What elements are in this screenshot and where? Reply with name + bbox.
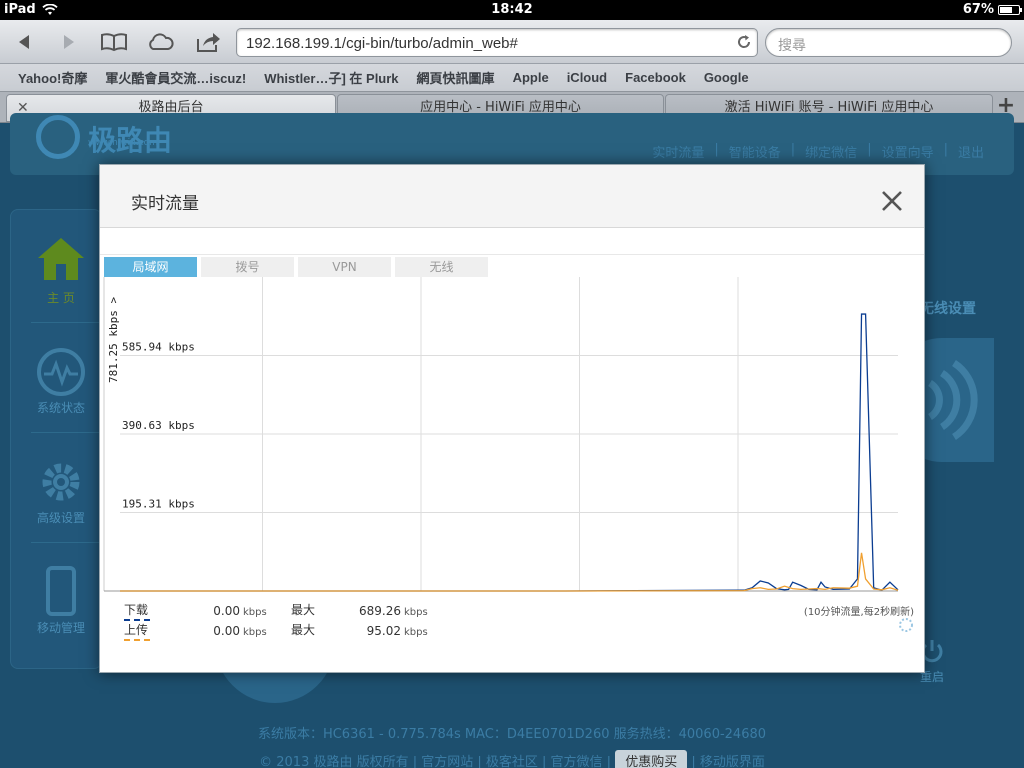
sidebar-item-mobile-manage[interactable]: 移动管理 <box>11 566 111 636</box>
unit-label: kbps <box>404 607 428 618</box>
footer-copyright: © 2013 极路由 版权所有 | 官方网站 | 极客社区 | 官方微信 | <box>259 755 612 768</box>
footer-links: © 2013 极路由 版权所有 | 官方网站 | 极客社区 | 官方微信 | 优… <box>0 750 1024 768</box>
ipad-screen: iPad 18:42 67% 192.168.199.1/cgi-bin/tur… <box>0 0 1024 768</box>
bookmark-facebook[interactable]: Facebook <box>625 70 686 85</box>
sidebar-label: 系统状态 <box>36 401 85 415</box>
battery-icon <box>998 4 1022 15</box>
bookmark-apple[interactable]: Apple <box>513 70 549 85</box>
link-smart-devices[interactable]: 智能设备 <box>729 142 781 161</box>
bookmark-yahoo[interactable]: Yahoo!奇摩 <box>18 68 87 87</box>
wireless-settings-label[interactable]: 无线设置 <box>920 298 976 318</box>
modal-title: 实时流量 <box>131 194 199 214</box>
forward-arrow-icon <box>64 35 74 49</box>
sidebar: 主 页 系统状态 高级设置 移动管理 <box>10 209 105 669</box>
tab-vpn[interactable]: VPN <box>298 257 391 277</box>
battery-percent: 67% <box>962 2 994 17</box>
bookmark-google[interactable]: Google <box>704 70 749 85</box>
realtime-traffic-modal: 实时流量 局域网 拨号 VPN 无线 585.94 kbps 390.63 kbp… <box>99 164 925 673</box>
sidebar-label: 主 页 <box>47 291 75 305</box>
sidebar-item-home[interactable]: 主 页 <box>11 236 111 306</box>
bookmark-icloud[interactable]: iCloud <box>567 70 607 85</box>
unit-label: kbps <box>404 627 428 638</box>
legend-download: 下载 0.00 kbps 最大 689.26 kbps <box>124 601 444 621</box>
status-bar: iPad 18:42 67% <box>0 0 1024 20</box>
upload-max-value: 95.02 <box>366 624 401 638</box>
unit-label: kbps <box>243 607 267 618</box>
back-button[interactable] <box>10 28 38 56</box>
download-current-value: 0.00 <box>213 604 240 618</box>
open-book-icon <box>101 33 127 52</box>
link-logout[interactable]: 退出 <box>958 142 984 161</box>
bookmarks-bar: Yahoo!奇摩 軍火酷會員交流…iscuz! Whistler…子] 在 Pl… <box>0 64 1024 91</box>
sidebar-item-system-status[interactable]: 系统状态 <box>11 348 111 416</box>
sidebar-divider <box>31 322 105 323</box>
close-icon[interactable] <box>880 189 904 213</box>
cloud-icon <box>149 33 174 50</box>
sidebar-item-advanced-settings[interactable]: 高级设置 <box>11 458 111 526</box>
max-label: 最大 <box>291 603 316 617</box>
bookmark-forum[interactable]: 軍火酷會員交流…iscuz! <box>105 68 246 87</box>
pulse-icon <box>37 348 85 396</box>
legend-upload: 上传 0.00 kbps 最大 95.02 kbps <box>124 621 444 641</box>
discount-purchase-button[interactable]: 优惠购买 <box>615 750 688 768</box>
footer-mobile-link[interactable]: | 移动版界面 <box>691 755 765 768</box>
link-realtime-traffic[interactable]: 实时流量 <box>652 142 704 161</box>
modal-toolbar-strip <box>100 229 924 255</box>
mobile-icon <box>46 566 76 616</box>
browser-toolbar: 192.168.199.1/cgi-bin/turbo/admin_web# 搜… <box>0 20 1024 64</box>
search-field[interactable]: 搜尋 <box>765 28 1012 57</box>
bookmarks-button[interactable] <box>100 28 128 56</box>
search-placeholder: 搜尋 <box>778 38 806 54</box>
header-links: 实时流量 | 智能设备 | 绑定微信 | 设置向导 | 退出 <box>652 142 984 161</box>
link-separator: | <box>790 142 796 157</box>
max-label: 最大 <box>291 623 316 637</box>
reload-icon[interactable] <box>736 34 752 50</box>
unit-label: kbps <box>243 627 267 638</box>
icloud-tabs-button[interactable] <box>146 28 174 56</box>
share-icon <box>197 33 220 52</box>
y-tick-label: 390.63 kbps <box>122 419 195 432</box>
y-tick-label: 585.94 kbps <box>122 340 195 353</box>
gear-icon <box>42 463 80 501</box>
legend-label: 下载 <box>124 603 149 617</box>
refresh-note: (10分钟流量,每2秒刷新) <box>803 607 914 618</box>
link-separator: | <box>867 142 872 157</box>
loading-spinner-icon <box>899 618 913 632</box>
address-bar[interactable]: 192.168.199.1/cgi-bin/turbo/admin_web# <box>236 28 758 57</box>
link-setup-wizard[interactable]: 设置向导 <box>882 142 934 161</box>
traffic-chart: 585.94 kbps 390.63 kbps 195.31 kbps 781.25 … <box>103 277 899 592</box>
series-line-upload <box>120 552 899 592</box>
legend-label: 上传 <box>124 623 149 637</box>
legend-upload-name: 上传 <box>124 621 180 641</box>
y-tick-label: 195.31 kbps <box>122 498 195 511</box>
bookmark-plurk[interactable]: Whistler…子] 在 Plurk <box>264 68 398 87</box>
share-button[interactable] <box>194 28 222 56</box>
sidebar-label: 移动管理 <box>36 621 85 635</box>
tab-wireless[interactable]: 无线 <box>395 257 488 277</box>
clock: 18:42 <box>491 2 533 17</box>
back-arrow-icon <box>19 35 29 49</box>
url-text: 192.168.199.1/cgi-bin/turbo/admin_web# <box>246 35 518 52</box>
sidebar-label: 高级设置 <box>36 511 85 525</box>
bookmark-web-slices[interactable]: 網頁快訊圖庫 <box>417 68 495 87</box>
y-axis-label: 781.25 kbps > <box>107 297 120 383</box>
footer-system-info: 系统版本：HC6361 - 0.775.784s MAC：D4EE0701D26… <box>257 727 767 742</box>
upload-current-value: 0.00 <box>213 624 240 638</box>
forward-button[interactable] <box>55 28 83 56</box>
download-max-value: 689.26 <box>359 604 401 618</box>
link-wechat[interactable]: 绑定微信 <box>805 142 857 161</box>
logo-icon <box>36 115 80 159</box>
home-icon <box>38 238 84 280</box>
legend-swatch <box>124 639 150 641</box>
modal-header: 实时流量 <box>100 165 924 228</box>
legend-download-name: 下载 <box>124 601 180 621</box>
link-separator: | <box>943 142 948 157</box>
tab-lan[interactable]: 局域网 <box>104 257 197 277</box>
link-separator: | <box>714 142 719 157</box>
tab-dialup[interactable]: 拨号 <box>201 257 294 277</box>
sidebar-divider <box>31 432 105 433</box>
sidebar-divider <box>31 542 105 543</box>
logo-url: www.hiwifi.com <box>88 138 158 148</box>
